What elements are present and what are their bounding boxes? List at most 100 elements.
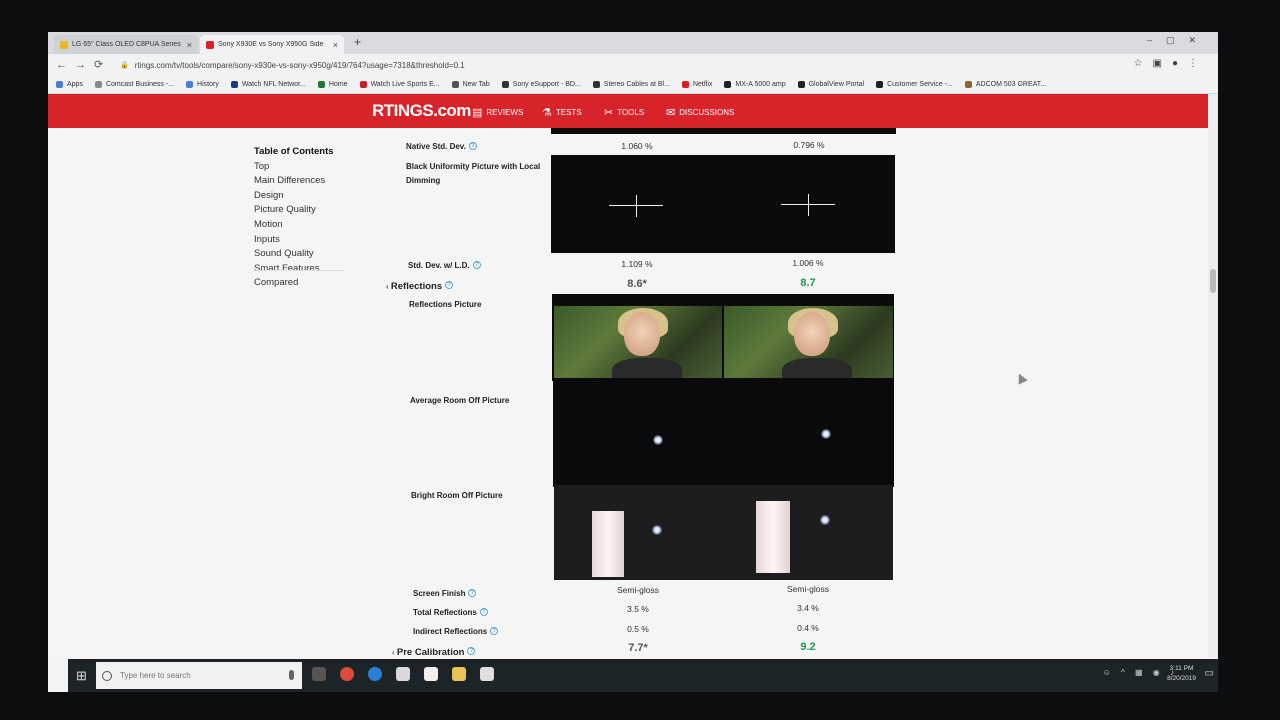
native-std-dev-label: Native Std. Dev.? [406,142,477,151]
clock-time: 3:11 PM [1169,665,1194,672]
bookmark-icon [681,81,689,88]
clock[interactable]: 3:11 PM 8/20/2019 [1167,664,1196,684]
bookmark-icon [724,81,732,88]
reflection-photo-a [554,306,722,378]
address-bar: ←→⟳ 🔒 rtings.com/tv/tools/compare/sony-x… [48,54,1218,76]
site-header: RTINGS.com ▤ REVIEWS ⚗ TESTS ✂ TOOLS ✉ D… [48,94,1208,128]
bookmark-item[interactable]: GlobalView Portal [797,81,864,88]
toc-item-main-differences[interactable]: Main Differences [254,174,334,189]
total-reflections-a: 3.5 % [627,604,649,614]
bookmark-item[interactable]: Netflix [681,81,712,88]
tab-lg-oled[interactable]: LG 65" Class OLED C8PUA Series × [54,35,198,54]
bright-room-off-picture [554,485,893,580]
scrollbar-thumb[interactable] [1210,269,1216,293]
help-icon[interactable]: ? [472,261,481,269]
indirect-reflections-a: 0.5 % [627,624,649,634]
bookmark-item[interactable]: Customer Service -... [876,81,953,88]
help-icon[interactable]: ? [490,627,499,635]
bookmark-item[interactable]: Comcast Business -... [94,81,174,88]
bookmark-item[interactable]: MX-A 5000 amp [724,81,786,88]
help-icon[interactable]: ? [479,608,488,616]
black-uniformity-label: Black Uniformity Picture with Local Dimm… [406,162,541,185]
microphone-icon[interactable] [289,670,294,680]
nav-tools[interactable]: ✂ TOOLS [604,106,644,119]
tab-title: LG 65" Class OLED C8PUA Series [72,41,181,48]
notification-icon[interactable]: ▭ [1205,668,1214,679]
file-explorer-icon[interactable] [452,667,466,681]
toc-item-motion[interactable]: Motion [254,218,334,233]
reflections-picture [552,294,894,381]
reflections-section[interactable]: ‹ Reflections? [386,281,454,292]
bookmark-icon [359,81,367,88]
indirect-reflections-b: 0.4 % [797,623,819,633]
task-view-icon[interactable] [312,667,326,681]
bookmark-item[interactable]: History [186,81,219,88]
new-tab-icon[interactable]: + [354,35,361,49]
close-icon[interactable]: × [187,40,192,50]
help-icon[interactable]: ? [468,142,477,150]
window-controls[interactable]: –▢✕ [1147,35,1210,46]
bookmark-item[interactable]: Home [317,81,348,88]
pre-calibration-score-a: 7.7* [628,642,648,654]
bookmark-label: Watch Live Sports E... [370,81,440,88]
taskbar-search[interactable]: Type here to search [96,662,302,689]
nav-buttons[interactable]: ←→⟳ [56,58,111,71]
help-icon[interactable]: ? [445,281,454,289]
indirect-reflections-label: Indirect Reflections? [413,627,499,636]
chat-icon: ✉ [666,107,676,119]
help-icon[interactable]: ? [467,647,476,655]
help-icon[interactable]: ? [468,589,477,597]
reflections-picture-label: Reflections Picture [409,300,482,309]
bookmark-label: New Tab [462,81,490,88]
bright-room-off-label: Bright Room Off Picture [411,491,503,500]
bookmark-icon [94,81,102,88]
nav-discussions[interactable]: ✉ DISCUSSIONS [666,106,734,119]
edge-icon[interactable] [368,667,382,681]
close-icon[interactable]: × [333,40,338,50]
tab-sony-compare[interactable]: Sony X930E vs Sony X950G Side × [200,35,344,54]
amazon-icon[interactable] [424,667,438,681]
rtings-logo[interactable]: RTINGS.com [372,101,471,121]
url-field[interactable]: 🔒 rtings.com/tv/tools/compare/sony-x930e… [114,57,1114,73]
flask-icon: ⚗ [542,107,552,119]
bookmark-item[interactable]: Sony eSupport - BD... [501,81,581,88]
toc-item-sound-quality[interactable]: Sound Quality [254,247,334,262]
total-reflections-b: 3.4 % [797,603,819,613]
toolbar-icons[interactable]: ☆▣●⋮ [1134,58,1208,69]
toc-item-top[interactable]: Top [254,160,334,175]
search-icon [102,670,112,681]
screen-finish-label: Screen Finish? [413,589,477,598]
mail-icon[interactable] [480,667,494,681]
toc-item-picture-quality[interactable]: Picture Quality [254,203,334,218]
bookmark-icon [230,81,238,88]
bookmark-item[interactable]: Watch NFL Networ... [230,81,306,88]
bookmark-item[interactable]: Watch Live Sports E... [359,81,440,88]
reflection-photo-b [724,306,893,378]
screen-finish-b: Semi-gloss [786,584,830,594]
nav-reviews[interactable]: ▤ REVIEWS [472,106,523,119]
bookmark-label: Stereo Cables at Bl... [603,81,670,88]
bookmark-item[interactable]: Apps [56,81,83,88]
reflections-score-b: 8.7 [800,277,816,289]
rtings-favicon [206,40,214,49]
bookmark-icon [186,81,194,88]
scrollbar[interactable] [1208,94,1218,658]
windows-start-icon[interactable]: ⊞ [76,668,87,684]
bookmark-item[interactable]: ADCOM 503 GREAT... [964,81,1046,88]
pre-calibration-section[interactable]: ‹ Pre Calibration? [392,647,476,658]
bookmark-icon [317,81,325,88]
bookmark-item[interactable]: Stereo Cables at Bl... [592,81,670,88]
bookmark-item[interactable]: New Tab [451,81,490,88]
native-std-dev-b: 0.796 % [793,140,825,150]
std-dev-ld-label: Std. Dev. w/ L.D.? [408,261,481,270]
chrome-icon[interactable] [340,667,354,681]
bookmark-icon [451,81,459,88]
bookmark-icon [592,81,600,88]
toc-item-inputs[interactable]: Inputs [254,233,334,248]
toc-item-design[interactable]: Design [254,189,334,204]
screen-finish-a: Semi-gloss [616,585,660,595]
store-icon[interactable] [396,667,410,681]
toc-item-compared[interactable]: Compared [254,276,334,291]
toc-divider [254,270,344,271]
nav-tests[interactable]: ⚗ TESTS [542,106,582,119]
